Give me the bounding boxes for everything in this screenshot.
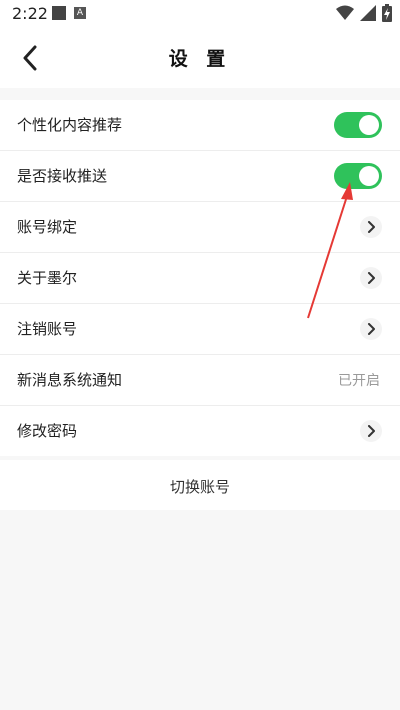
signal-icon xyxy=(360,5,376,21)
wifi-icon xyxy=(336,5,354,20)
setting-delete-account[interactable]: 注销账号 xyxy=(0,304,400,355)
setting-receive-push: 是否接收推送 xyxy=(0,151,400,202)
chevron-right-icon xyxy=(360,267,382,289)
toggle-knob xyxy=(359,115,379,135)
setting-label: 账号绑定 xyxy=(17,218,78,236)
settings-list: 个性化内容推荐 是否接收推送 账号绑定 关于墨尔 注销账号 新消息系统通知 已开… xyxy=(0,100,400,456)
switch-account-label: 切换账号 xyxy=(169,478,230,496)
switch-account-button[interactable]: 切换账号 xyxy=(0,460,400,510)
setting-label: 是否接收推送 xyxy=(17,167,108,185)
receive-push-toggle[interactable] xyxy=(334,163,382,189)
chevron-right-icon xyxy=(360,420,382,442)
setting-new-message-notification[interactable]: 新消息系统通知 已开启 xyxy=(0,355,400,406)
notification-status-value: 已开启 xyxy=(338,373,380,389)
status-icons xyxy=(336,4,392,22)
setting-personalized-recommendation: 个性化内容推荐 xyxy=(0,100,400,151)
personalized-recommendation-toggle[interactable] xyxy=(334,112,382,138)
nav-bar: 设 置 xyxy=(0,28,400,88)
toggle-knob xyxy=(359,166,379,186)
square-notification-icon xyxy=(52,6,66,20)
setting-change-password[interactable]: 修改密码 xyxy=(0,406,400,456)
setting-about[interactable]: 关于墨尔 xyxy=(0,253,400,304)
setting-account-binding[interactable]: 账号绑定 xyxy=(0,202,400,253)
status-bar: 2:22 A xyxy=(0,0,400,28)
page-title: 设 置 xyxy=(168,48,232,70)
setting-label: 注销账号 xyxy=(17,320,78,338)
setting-label: 新消息系统通知 xyxy=(17,371,123,389)
setting-label: 关于墨尔 xyxy=(17,269,78,287)
setting-label: 个性化内容推荐 xyxy=(17,116,123,134)
chevron-right-icon xyxy=(360,318,382,340)
battery-charging-icon xyxy=(382,4,392,22)
a-notification-icon: A xyxy=(74,7,86,19)
status-time: 2:22 xyxy=(12,4,48,23)
chevron-right-icon xyxy=(360,216,382,238)
setting-label: 修改密码 xyxy=(17,422,78,440)
